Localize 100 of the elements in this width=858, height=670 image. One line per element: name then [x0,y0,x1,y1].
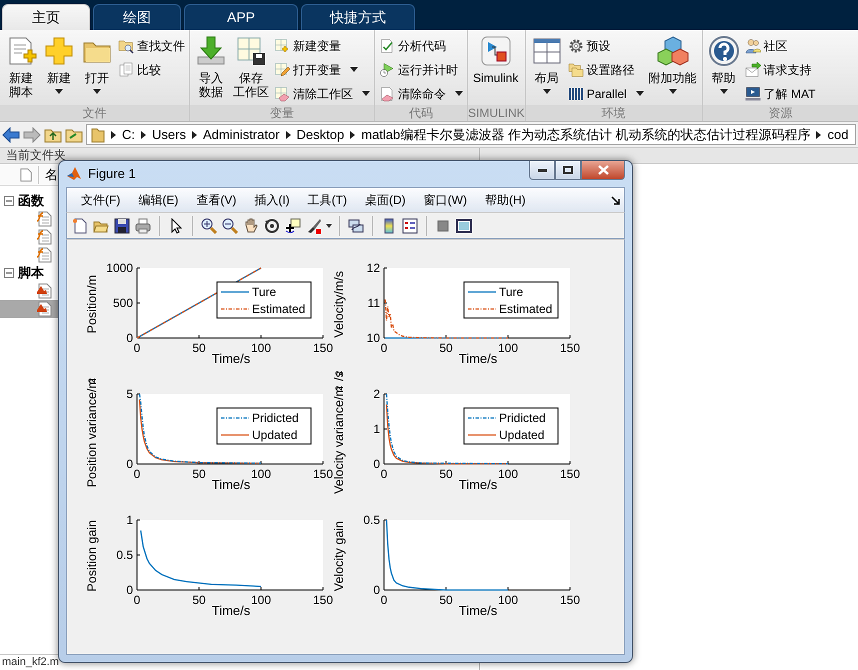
maximize-button[interactable] [555,161,581,180]
group-label[interactable]: 脚本 [18,263,44,283]
tick-label: 150 [560,467,580,481]
window-button[interactable] [455,218,473,234]
up-folder-icon[interactable] [44,126,62,142]
ribbon-button[interactable]: Simulink [470,33,522,105]
function-file-icon[interactable] [36,229,52,245]
browse-folder-icon[interactable] [65,126,83,142]
zoom-in-button[interactable] [200,218,218,234]
section-title: 变量 [190,105,374,121]
ribbon-button[interactable]: 保存 工作区 [230,33,272,105]
zoom-out-button[interactable] [221,218,239,234]
address-field[interactable]: C: Users Administrator Desktop matlab编程卡尔曼滤波器 作为动态系统估计 机动系统的状态估计过程源码程序 cod [86,124,856,146]
legend-button[interactable] [401,218,419,234]
menu-item[interactable]: 编辑(E) [130,191,186,209]
ribbon-button[interactable]: 查找文件 [116,35,187,56]
tick-label: 100 [250,467,272,481]
dock-arrow-icon[interactable] [611,196,620,204]
menu-item[interactable]: 帮助(H) [476,191,534,209]
legend-label: Ture [499,285,524,299]
ribbon-tab[interactable]: 主页 [2,4,90,30]
back-icon[interactable] [2,126,20,142]
print-button[interactable] [134,218,152,234]
tick-label: 0 [126,457,133,471]
ribbon-button[interactable]: 比较 [116,59,187,80]
grid-pencil-icon [274,62,290,78]
ribbon-button[interactable]: 请求支持 [742,59,818,80]
script-file-icon[interactable] [36,283,52,299]
zoom-in-icon [201,218,217,234]
minimize-button[interactable] [529,161,555,180]
file-row[interactable] [0,300,58,318]
section-title: SIMULINK [468,105,525,121]
path-segment[interactable]: C: [122,124,135,144]
grid-plus-icon [274,38,290,54]
link-button[interactable] [347,218,365,234]
tick-label: 150 [560,341,580,355]
function-file-icon[interactable] [36,247,52,263]
axis-title: Position gain [84,520,100,592]
new-file-icon [72,218,88,234]
tick-label: 12 [366,261,380,275]
tick-label: 0 [134,341,140,355]
group-label[interactable]: 函数 [18,191,44,211]
menu-item[interactable]: 插入(I) [246,191,298,209]
tick-label: 10 [366,331,380,345]
ribbon-button[interactable]: 清除命令 [377,83,465,104]
close-button[interactable] [581,161,625,180]
document-check-icon [379,38,395,54]
ribbon-tab[interactable]: 绘图 [93,4,181,30]
function-file-icon[interactable] [36,211,52,227]
ribbon-button[interactable]: 帮助 [704,33,743,105]
ribbon-button[interactable]: 布局 [528,33,566,105]
menu-item[interactable]: 桌面(D) [356,191,414,209]
data-cursor-button[interactable] [284,218,302,234]
panel-title: 当前文件夹 [6,148,66,162]
ribbon-button[interactable]: 打开变量 [272,59,372,80]
tick-label: 0 [373,457,380,471]
hand-icon [243,218,259,234]
ribbon-button[interactable]: 社区 [742,35,818,56]
tick-label: 0 [126,583,133,597]
plus-icon [43,35,75,67]
path-segment[interactable]: Users [152,124,186,144]
ribbon-button[interactable]: 清除工作区 [272,83,372,104]
save-button[interactable] [113,218,131,234]
ribbon-button[interactable]: 新建 [40,33,78,105]
tick-label: 150 [312,341,334,355]
ribbon-button[interactable]: 导入 数据 [192,33,230,105]
path-segment[interactable]: cod [827,124,848,144]
legend-label: Estimated [252,302,306,316]
close-icon [598,165,608,175]
ribbon-button[interactable]: 打开 [78,33,116,105]
ribbon-button[interactable]: Parallel [566,83,646,104]
ribbon-button[interactable]: 附加功能 [646,33,700,105]
legend-label: Ture [252,285,276,299]
rotate-button[interactable] [263,218,281,234]
script-file-icon[interactable] [36,301,52,317]
ribbon-button[interactable]: 了解 MAT [742,83,818,104]
axis-title: Velocity/m/s [331,270,348,338]
window-icon [456,218,472,234]
path-segment[interactable]: Administrator [202,124,280,144]
menu-item[interactable]: 工具(T) [300,191,355,209]
ribbon-button[interactable]: 运行并计时 [377,59,465,80]
ribbon-button[interactable]: 新建 脚本 [2,33,40,105]
ribbon-button[interactable]: 预设 [566,35,646,56]
menu-item[interactable]: 文件(F) [73,191,128,209]
square-icon [435,218,451,234]
tick-label: 1 [373,422,380,436]
path-segment[interactable]: matlab编程卡尔曼滤波器 作为动态系统估计 机动系统的状态估计过程源码程序 [361,124,810,144]
collapse-icon[interactable] [4,268,14,278]
ribbon-tab[interactable]: APP [184,4,298,30]
ribbon-tab[interactable]: 快捷方式 [301,4,415,30]
path-segment[interactable]: Desktop [296,124,344,144]
menu-item[interactable]: 窗口(W) [416,191,475,209]
chevron-icon [286,130,291,138]
new-file-button[interactable] [71,218,89,234]
collapse-icon[interactable] [4,196,14,206]
ribbon-button[interactable]: 新建变量 [272,35,372,56]
ribbon-button[interactable]: 设置路径 [566,59,646,80]
caret-icon[interactable] [326,224,332,228]
menu-item[interactable]: 查看(V) [188,191,244,209]
ribbon-button[interactable]: 分析代码 [377,35,465,56]
